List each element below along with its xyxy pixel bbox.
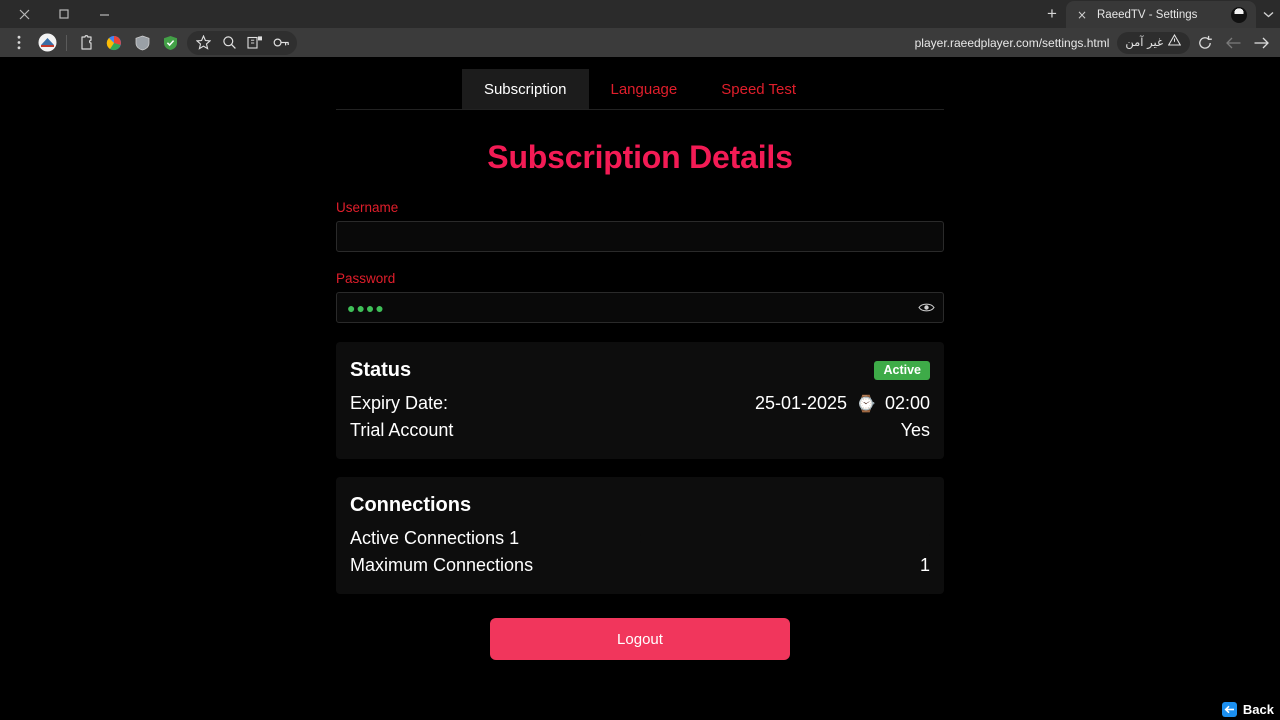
password-key-icon[interactable] bbox=[268, 31, 294, 55]
menu-kebab-icon[interactable] bbox=[6, 31, 32, 55]
expiry-date-row: Expiry Date: 25-01-2025 ⌚ 02:00 bbox=[350, 390, 930, 417]
status-badge: Active bbox=[874, 360, 930, 381]
expiry-date-text: 25-01-2025 bbox=[754, 393, 848, 413]
status-card: Status Active Expiry Date: 25-01-2025 ⌚ … bbox=[336, 342, 944, 459]
maximum-connections-value: 1 bbox=[919, 555, 930, 575]
connections-progress-bar bbox=[640, 534, 930, 543]
shield-icon[interactable] bbox=[129, 31, 155, 55]
password-input[interactable] bbox=[336, 292, 944, 323]
trial-account-value: Yes bbox=[900, 420, 930, 440]
browser-window: + × RaeedTV - Settings player.raeedplaye… bbox=[0, 0, 1280, 720]
security-status-label: غير آمن bbox=[1125, 35, 1163, 49]
page-title: Subscription Details bbox=[487, 139, 793, 175]
window-minimize-button[interactable] bbox=[84, 0, 124, 28]
extensions-puzzle-icon[interactable] bbox=[73, 31, 99, 55]
expiry-time-text: 02:00 bbox=[884, 393, 930, 413]
extension-color-icon[interactable] bbox=[101, 31, 127, 55]
back-overlay-label: Back bbox=[1242, 702, 1274, 717]
connections-card-title: Connections bbox=[350, 494, 472, 516]
trial-account-row: Trial Account Yes bbox=[350, 417, 930, 444]
username-label: Username bbox=[336, 200, 399, 215]
logout-button-wrap: Logout bbox=[336, 618, 944, 660]
back-overlay-chip[interactable]: Back bbox=[1221, 702, 1274, 717]
tab-language[interactable]: Language bbox=[589, 69, 700, 109]
settings-tabs: Subscription Language Speed Test bbox=[336, 69, 944, 110]
watch-icon: ⌚ bbox=[856, 393, 876, 413]
back-arrow-icon bbox=[1221, 702, 1237, 717]
back-button[interactable] bbox=[1220, 31, 1246, 55]
maximum-connections-label: Maximum Connections bbox=[350, 555, 534, 575]
expiry-date-value: 25-01-2025 ⌚ 02:00 bbox=[755, 393, 930, 414]
profile-avatar-icon[interactable] bbox=[34, 31, 60, 55]
tab-close-icon[interactable]: × bbox=[1075, 9, 1089, 21]
shield-check-icon[interactable] bbox=[157, 31, 183, 55]
logout-button[interactable]: Logout bbox=[490, 618, 790, 660]
new-tab-button[interactable]: + bbox=[1038, 0, 1066, 27]
connections-card-header: Connections bbox=[350, 494, 930, 517]
zoom-search-icon[interactable] bbox=[216, 31, 242, 55]
tab-speed-test[interactable]: Speed Test bbox=[699, 69, 818, 109]
tab-favicon-icon bbox=[1231, 6, 1247, 23]
active-connections-label: Active Connections 1 bbox=[350, 528, 520, 548]
tab-subscription[interactable]: Subscription bbox=[461, 69, 589, 109]
username-input[interactable] bbox=[336, 221, 944, 252]
window-close-button[interactable] bbox=[4, 0, 44, 28]
window-controls bbox=[0, 0, 124, 28]
browser-tab-active[interactable]: × RaeedTV - Settings bbox=[1066, 1, 1256, 28]
split-screen-icon[interactable] bbox=[242, 31, 268, 55]
maximum-connections-row: Maximum Connections 1 bbox=[350, 552, 930, 579]
bookmark-star-icon[interactable] bbox=[190, 31, 216, 55]
settings-page: Subscription Language Speed Test Subscri… bbox=[336, 57, 944, 660]
expiry-date-label: Expiry Date: bbox=[350, 393, 449, 413]
browser-tabstrip: + × RaeedTV - Settings bbox=[0, 0, 1280, 28]
status-card-title: Status bbox=[350, 359, 412, 381]
page-viewport: Subscription Language Speed Test Subscri… bbox=[0, 57, 1280, 720]
toolbar-divider bbox=[66, 34, 67, 51]
eye-icon[interactable] bbox=[917, 299, 935, 317]
toolbar-action-pill bbox=[187, 30, 297, 55]
reload-button[interactable] bbox=[1192, 31, 1218, 55]
active-connections-row: Active Connections 1 bbox=[350, 525, 930, 552]
tab-title: RaeedTV - Settings bbox=[1097, 8, 1198, 21]
address-bar[interactable]: player.raeedplayer.com/settings.html غير… bbox=[915, 31, 1190, 55]
trial-account-label: Trial Account bbox=[350, 420, 454, 440]
connections-card: Connections Active Connections 1 Maximum… bbox=[336, 477, 944, 594]
url-text: player.raeedplayer.com/settings.html bbox=[914, 35, 1110, 50]
status-card-header: Status Active bbox=[350, 359, 930, 382]
warning-triangle-icon bbox=[1167, 33, 1182, 51]
password-field-wrap bbox=[336, 292, 944, 323]
subscription-form: Username Password bbox=[336, 200, 944, 323]
security-status-badge[interactable]: غير آمن bbox=[1117, 31, 1190, 54]
username-field-wrap bbox=[336, 221, 944, 252]
password-label: Password bbox=[336, 271, 396, 286]
forward-button[interactable] bbox=[1248, 31, 1274, 55]
browser-toolbar: player.raeedplayer.com/settings.html غير… bbox=[0, 28, 1280, 57]
window-maximize-button[interactable] bbox=[44, 0, 84, 28]
tab-list-chevron-down-icon[interactable] bbox=[1256, 0, 1280, 28]
